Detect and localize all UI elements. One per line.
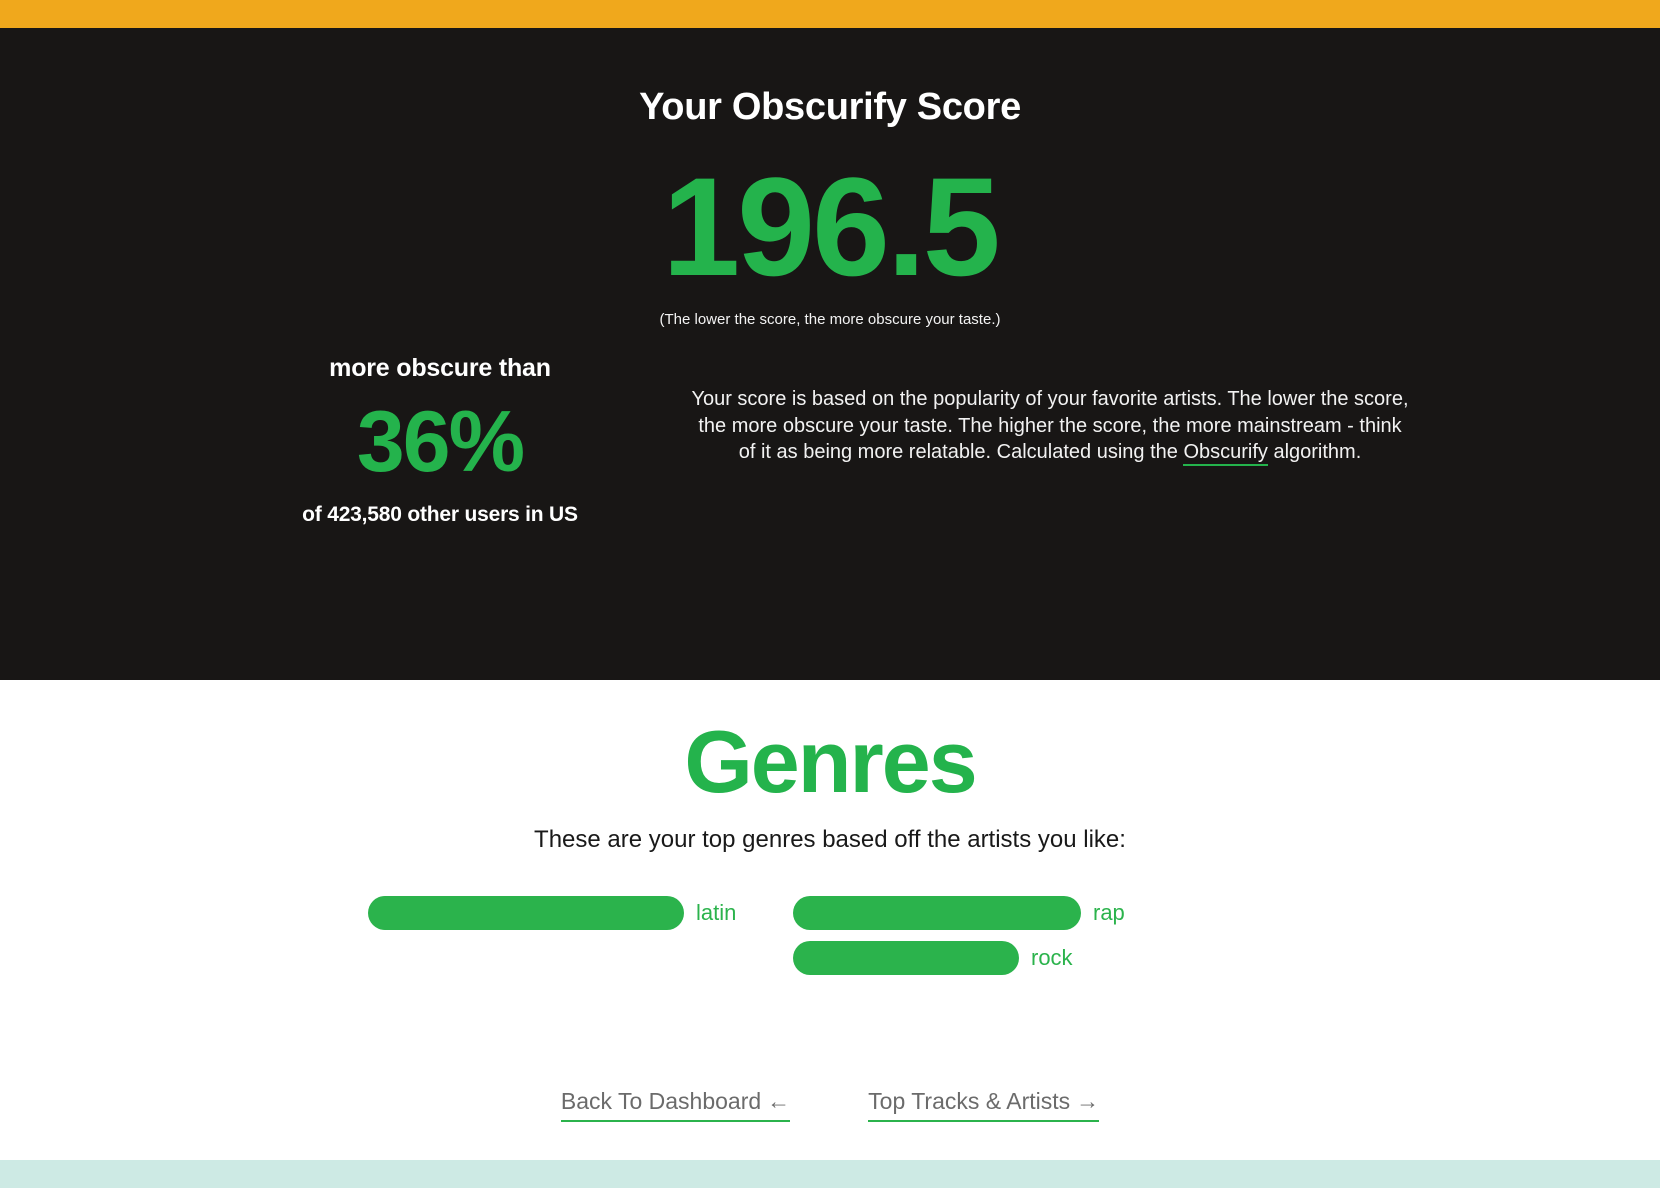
explanation-text-after: algorithm. (1267, 441, 1362, 464)
genre-bar-rock (793, 941, 1019, 975)
back-to-dashboard-link[interactable]: Back To Dashboard ← (560, 1088, 791, 1122)
genre-label-rock: rock (1031, 945, 1073, 970)
footer-navigation: Back To Dashboard ← Top Tracks & Artists → (0, 1088, 1660, 1166)
page-title: Your Obscurify Score (639, 86, 1021, 128)
percentile-block: more obscure than 36% of 423,580 other u… (230, 354, 650, 527)
bottom-accent-bar (0, 1160, 1660, 1188)
genre-label-rap: rap (1093, 900, 1125, 925)
score-section: Your Obscurify Score 196.5 (The lower th… (0, 28, 1660, 680)
genre-label-latin: latin (696, 900, 737, 925)
top-tracks-artists-link[interactable]: Top Tracks & Artists → (868, 1088, 1100, 1122)
obscurify-algorithm-link[interactable]: Obscurify (1183, 441, 1268, 467)
genre-bar-latin (368, 896, 684, 930)
arrow-left-icon: ← (767, 1088, 791, 1114)
score-note: (The lower the score, the more obscure y… (659, 311, 1001, 328)
genres-section: Genres These are your top genres based o… (0, 680, 1660, 1166)
percentile-value: 36% (356, 394, 525, 490)
score-explanation: Your score is based on the popularity of… (650, 354, 1430, 467)
genre-row-rock: rock (793, 941, 1073, 975)
back-to-dashboard-label: Back To Dashboard (560, 1088, 762, 1114)
other-users-label: of 423,580 other users in US (302, 503, 578, 527)
top-accent-bar (0, 0, 1660, 28)
genres-bar-chart: latin rap rock (0, 896, 1660, 1006)
arrow-right-icon: → (1076, 1088, 1100, 1114)
genre-bar-rap (793, 896, 1081, 930)
genre-row-rap: rap (793, 896, 1125, 930)
page-root: Your Obscurify Score 196.5 (The lower th… (0, 0, 1660, 1188)
genre-row-latin: latin (368, 896, 736, 930)
genres-subtitle: These are your top genres based off the … (534, 826, 1126, 853)
genres-title: Genres (684, 712, 977, 811)
more-obscure-than-label: more obscure than (329, 354, 551, 382)
obscurify-score-value: 196.5 (662, 148, 1000, 305)
score-columns: more obscure than 36% of 423,580 other u… (0, 354, 1660, 527)
top-tracks-artists-label: Top Tracks & Artists (868, 1088, 1071, 1114)
